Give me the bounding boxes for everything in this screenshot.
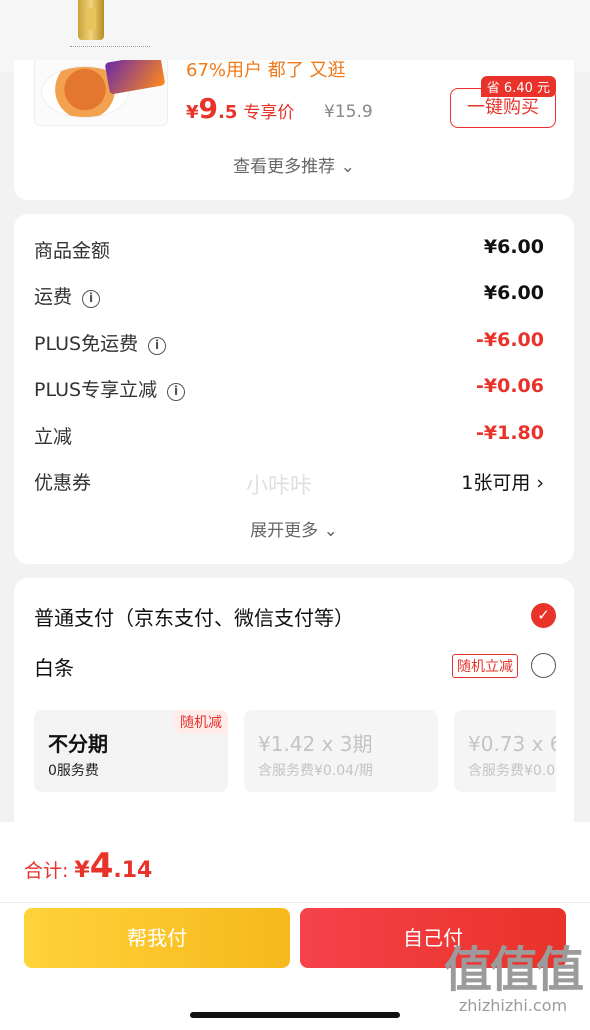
random-discount-tag: 随机立减	[452, 654, 518, 678]
summary-value: -¥6.00	[476, 329, 544, 351]
summary-value: ¥6.00	[483, 282, 544, 304]
summary-label: 立减	[34, 426, 73, 448]
summary-value: ¥6.00	[483, 236, 544, 258]
checkmark-selected-icon[interactable]: ✓	[531, 603, 556, 628]
summary-value: -¥1.80	[476, 422, 544, 444]
logo-domain: zhizhizhi.com	[458, 996, 568, 1015]
price-currency: ¥	[186, 102, 199, 123]
total-integer: 4	[89, 846, 114, 886]
see-more-recommendations[interactable]: 查看更多推荐 ⌄	[14, 152, 574, 177]
total-currency: ¥	[74, 858, 90, 883]
info-icon[interactable]: i	[82, 290, 101, 308]
payment-option-normal-label[interactable]: 普通支付（京东支付、微信支付等）	[34, 602, 354, 631]
product-thumbnail[interactable]	[78, 0, 104, 40]
divider	[0, 902, 590, 903]
plan-title: ¥1.42 x 3期	[258, 732, 373, 756]
home-indicator[interactable]	[190, 1012, 400, 1018]
recommended-price: ¥9.5 专享价	[186, 92, 294, 125]
summary-value: -¥0.06	[476, 375, 544, 397]
price-tag: 专享价	[243, 103, 295, 123]
summary-label: 运费	[34, 286, 73, 308]
summary-label: 优惠券	[34, 472, 92, 494]
summary-row-goods-amount: 商品金额 ¥6.00	[34, 236, 544, 266]
recommendation-subline: 67%用户 都了 又逛	[186, 60, 346, 81]
installment-option-6[interactable]: ¥0.73 x 6期 含服务费¥0.02/期	[454, 710, 556, 792]
expand-more-link[interactable]: 展开更多 ⌄	[14, 516, 574, 541]
recommended-product-image[interactable]	[34, 60, 168, 126]
product-thumbnail-caption	[70, 46, 150, 50]
total-label: 合计:	[24, 860, 69, 882]
plan-subtitle: 含服务费¥0.04/期	[258, 763, 373, 779]
total-decimal: .14	[113, 858, 153, 883]
original-price: ¥15.9	[324, 102, 373, 122]
site-logo: 值值值 zhizhizhi.com	[443, 942, 584, 1015]
recommendation-card: 67%用户 都了 又逛 ¥9.5 专享价 ¥15.9 一键购买 省 6.40 元 …	[14, 60, 574, 200]
installment-option-none[interactable]: 随机减 不分期 0服务费	[34, 710, 228, 792]
logo-mark: 值值值	[443, 942, 584, 998]
plan-subtitle: 0服务费	[48, 763, 99, 779]
summary-row-instant-discount: 立减 -¥1.80	[34, 422, 544, 452]
snack-bag-image	[104, 60, 166, 95]
summary-row-shipping: 运费 i ¥6.00	[34, 282, 544, 312]
summary-label: PLUS专享立减	[34, 379, 158, 401]
price-decimal: .5	[218, 102, 238, 123]
coupon-available[interactable]: 1张可用 ›	[461, 468, 544, 495]
radio-unselected-icon[interactable]	[531, 653, 556, 678]
order-total: 合计: ¥4.14	[24, 846, 152, 886]
watermark-text: 小咔咔	[246, 474, 313, 499]
summary-label: PLUS免运费	[34, 333, 139, 355]
summary-row-plus-free-shipping: PLUS免运费 i -¥6.00	[34, 329, 544, 359]
payment-option-baitiao-label[interactable]: 白条	[34, 652, 74, 681]
info-icon[interactable]: i	[167, 383, 186, 401]
plan-corner-badge: 随机减	[174, 710, 228, 734]
info-icon[interactable]: i	[148, 337, 167, 355]
summary-label: 商品金额	[34, 240, 111, 262]
summary-row-plus-discount: PLUS专享立减 i -¥0.06	[34, 375, 544, 405]
save-badge: 省 6.40 元	[480, 76, 556, 97]
order-summary-card: 商品金额 ¥6.00 运费 i ¥6.00 PLUS免运费 i -¥6.00 PLU…	[14, 214, 574, 564]
installment-option-3[interactable]: ¥1.42 x 3期 含服务费¥0.04/期	[244, 710, 438, 792]
plan-subtitle: 含服务费¥0.02/期	[468, 763, 556, 779]
price-integer: 9	[198, 92, 219, 125]
plan-title: 不分期	[48, 732, 108, 756]
help-me-pay-button[interactable]: 帮我付	[24, 908, 290, 968]
plan-title: ¥0.73 x 6期	[468, 732, 556, 756]
checkout-bottom-bar: 合计: ¥4.14 帮我付 自己付 值值值 zhizhizhi.com	[0, 822, 590, 1030]
